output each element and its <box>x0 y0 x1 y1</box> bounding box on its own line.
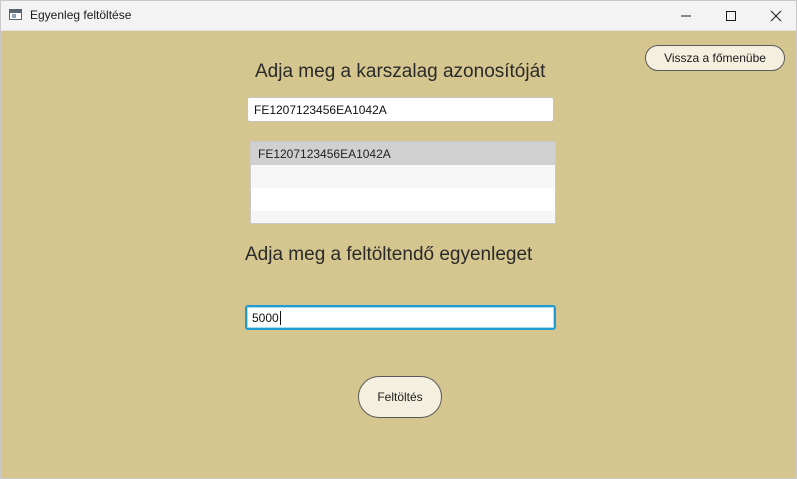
window-title: Egyenleg feltöltése <box>30 8 132 22</box>
maximize-button[interactable] <box>708 1 754 30</box>
close-icon <box>770 10 782 21</box>
maximize-icon <box>726 10 736 21</box>
list-item[interactable]: FE1207123456EA1042A <box>251 142 555 165</box>
top-up-button[interactable]: Feltöltés <box>358 376 442 418</box>
card-id-input[interactable]: FE1207123456EA1042A <box>247 97 554 122</box>
card-id-list[interactable]: FE1207123456EA1042A <box>250 141 556 224</box>
amount-input-value: 5000 <box>252 310 279 325</box>
amount-heading: Adja meg a feltöltendő egyenleget <box>245 244 533 265</box>
card-id-input-value: FE1207123456EA1042A <box>254 102 387 117</box>
title-bar[interactable]: Egyenleg feltöltése <box>1 1 796 31</box>
empty-list-row <box>251 188 555 211</box>
card-id-heading: Adja meg a karszalag azonosítóját <box>255 61 546 82</box>
app-window-icon <box>9 9 22 20</box>
minimize-icon <box>681 15 691 16</box>
empty-list-row <box>251 211 555 223</box>
amount-input[interactable]: 5000 <box>245 305 556 330</box>
close-button[interactable] <box>753 1 796 30</box>
minimize-button[interactable] <box>663 1 709 30</box>
list-item-label: FE1207123456EA1042A <box>258 146 391 161</box>
main-content: Vissza a főmenübe Adja meg a karszalag a… <box>1 31 796 478</box>
app-window: Egyenleg feltöltése Vissza a főmenübe Ad… <box>0 0 797 479</box>
text-caret <box>279 310 281 325</box>
back-to-main-menu-button[interactable]: Vissza a főmenübe <box>645 45 785 71</box>
empty-list-row <box>251 165 555 188</box>
